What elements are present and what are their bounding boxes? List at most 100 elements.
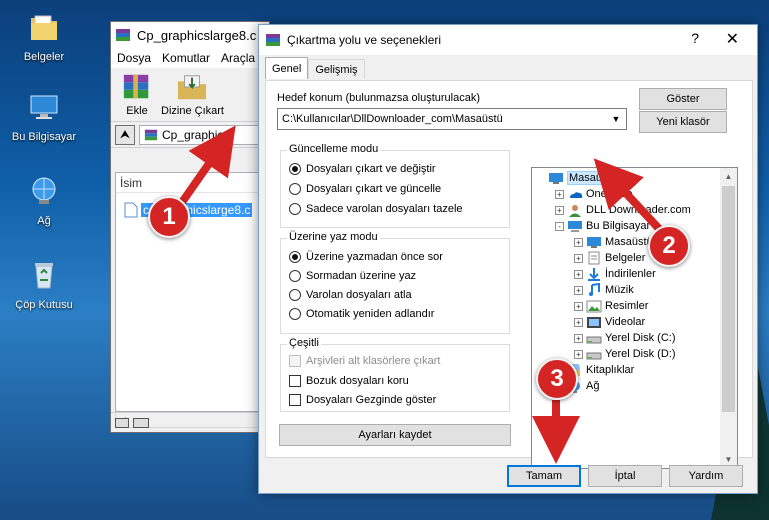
update-mode-option-replace[interactable]: Dosyaları çıkart ve değiştir bbox=[289, 163, 436, 175]
misc-option-show-in-explorer[interactable]: Dosyaları Gezginde göster bbox=[289, 394, 436, 406]
tree-node[interactable]: + Müzik bbox=[574, 282, 634, 298]
expand-icon[interactable]: + bbox=[574, 269, 583, 279]
desktop-icon-network[interactable]: Ağ bbox=[4, 174, 84, 227]
checkbox-icon[interactable] bbox=[289, 375, 301, 387]
expand-icon[interactable]: + bbox=[574, 285, 583, 295]
onedrive-icon bbox=[570, 192, 583, 198]
misc-option-keep-broken[interactable]: Bozuk dosyaları koru bbox=[289, 375, 409, 387]
option-label: Otomatik yeniden adlandır bbox=[306, 308, 435, 320]
tree-node[interactable]: + Masaüstü bbox=[574, 234, 653, 250]
extract-to-label: Dizine Çıkart bbox=[161, 105, 224, 117]
music-icon bbox=[589, 283, 600, 296]
tree-node[interactable]: + DLL Downloader.com bbox=[555, 202, 691, 218]
tab-general[interactable]: Genel bbox=[265, 57, 309, 79]
column-name-header[interactable]: İsim bbox=[116, 173, 264, 193]
overwrite-option-ask[interactable]: Üzerine yazmadan önce sor bbox=[289, 251, 443, 263]
dialog-title: Çıkartma yolu ve seçenekleri bbox=[287, 33, 442, 47]
tree-node[interactable]: + OneDrive bbox=[555, 186, 632, 202]
archive-file-list[interactable]: İsim cp_graphicslarge8.c bbox=[115, 172, 265, 412]
tree-node-label: Ağ bbox=[586, 380, 600, 392]
update-mode-group: Güncelleme modu Dosyaları çıkart ve deği… bbox=[280, 143, 510, 228]
expand-icon[interactable]: + bbox=[574, 317, 583, 327]
destination-path-combobox[interactable]: C:\Kullanıcılar\DllDownloader_com\Masaüs… bbox=[277, 108, 627, 130]
radio-icon[interactable] bbox=[289, 289, 301, 301]
desktop-icon-label: Çöp Kutusu bbox=[15, 299, 73, 311]
tree-node-label: Bu Bilgisayar bbox=[586, 220, 651, 232]
close-icon[interactable]: ✕ bbox=[726, 29, 739, 49]
show-button[interactable]: Göster bbox=[639, 88, 727, 110]
winrar-main-window[interactable]: Cp_graphicslarge8.c Dosya Komutlar Araçl… bbox=[110, 21, 270, 433]
download-icon bbox=[588, 268, 600, 281]
videos-icon bbox=[587, 317, 601, 328]
collapse-icon[interactable]: - bbox=[555, 221, 564, 231]
new-folder-button[interactable]: Yeni klasör bbox=[639, 111, 727, 133]
winrar-title: Cp_graphicslarge8.c bbox=[137, 27, 257, 43]
desktop-icon-documents[interactable]: Belgeler bbox=[4, 10, 84, 63]
dialog-titlebar[interactable]: Çıkartma yolu ve seçenekleri ? ✕ bbox=[259, 25, 757, 55]
tree-node[interactable]: Masaüstü bbox=[536, 170, 619, 186]
tree-vertical-scrollbar[interactable]: ▲ ▼ bbox=[720, 168, 737, 468]
cancel-button[interactable]: İptal bbox=[588, 465, 662, 487]
radio-selected-icon[interactable] bbox=[289, 163, 301, 175]
option-label: Dosyaları çıkart ve güncelle bbox=[306, 183, 442, 195]
tree-node[interactable]: + Yerel Disk (D:) bbox=[574, 346, 676, 362]
archive-path: Cp_graphic bbox=[162, 127, 224, 142]
tree-node[interactable]: + Resimler bbox=[574, 298, 648, 314]
up-one-level-button[interactable]: ⮝ bbox=[115, 124, 135, 145]
tree-node[interactable]: + Belgeler bbox=[574, 250, 645, 266]
folder-documents-icon bbox=[31, 15, 57, 40]
overwrite-option-skip[interactable]: Varolan dosyaları atla bbox=[289, 289, 412, 301]
desktop-icon-this-pc[interactable]: Bu Bilgisayar bbox=[4, 90, 84, 143]
radio-selected-icon[interactable] bbox=[289, 251, 301, 263]
desktop-icon-recycle-bin[interactable]: Çöp Kutusu bbox=[4, 258, 84, 311]
tree-node[interactable]: - Bu Bilgisayar bbox=[555, 218, 650, 234]
winrar-titlebar[interactable]: Cp_graphicslarge8.c bbox=[111, 22, 269, 48]
expand-icon[interactable]: + bbox=[555, 189, 564, 199]
checkbox-icon[interactable] bbox=[289, 394, 301, 406]
drive-icon bbox=[586, 336, 602, 344]
expand-icon[interactable]: + bbox=[574, 237, 583, 247]
tree-node-label: Masaüstü bbox=[567, 171, 619, 185]
add-archive-icon bbox=[123, 74, 149, 99]
expand-icon[interactable]: + bbox=[555, 205, 564, 215]
misc-option-subfolders: Arşivleri alt klasörlere çıkart bbox=[289, 355, 440, 367]
tree-node[interactable]: + Yerel Disk (C:) bbox=[574, 330, 676, 346]
menu-commands[interactable]: Komutlar bbox=[162, 51, 210, 65]
tree-node[interactable]: + Videolar bbox=[574, 314, 645, 330]
ok-button[interactable]: Tamam bbox=[507, 465, 581, 487]
desktop-icon-label: Bu Bilgisayar bbox=[11, 131, 77, 143]
save-settings-button[interactable]: Ayarları kaydet bbox=[279, 424, 511, 446]
desktop-icon-label: Ağ bbox=[37, 215, 51, 227]
archive-path-field[interactable]: Cp_graphic bbox=[139, 124, 265, 145]
radio-icon[interactable] bbox=[289, 183, 301, 195]
tab-advanced[interactable]: Gelişmiş bbox=[308, 59, 365, 79]
extract-to-button[interactable]: Dizine Çıkart bbox=[161, 72, 224, 117]
expand-icon[interactable]: + bbox=[574, 333, 583, 343]
help-icon[interactable]: ? bbox=[691, 30, 699, 46]
expand-icon[interactable]: + bbox=[574, 301, 583, 311]
tree-node[interactable]: + İndirilenler bbox=[574, 266, 656, 282]
expand-icon[interactable]: + bbox=[574, 253, 583, 263]
key-status-icon bbox=[133, 417, 149, 428]
menu-file[interactable]: Dosya bbox=[117, 51, 151, 65]
overwrite-option-rename[interactable]: Otomatik yeniden adlandır bbox=[289, 308, 434, 320]
help-button[interactable]: Yardım bbox=[669, 465, 743, 487]
scroll-thumb[interactable] bbox=[722, 186, 735, 412]
update-mode-option-update[interactable]: Dosyaları çıkart ve güncelle bbox=[289, 183, 441, 195]
radio-icon[interactable] bbox=[289, 203, 301, 215]
file-icon bbox=[124, 202, 138, 218]
chevron-down-icon[interactable]: ▼ bbox=[608, 111, 624, 127]
pictures-icon bbox=[586, 300, 602, 313]
radio-icon[interactable] bbox=[289, 270, 301, 282]
scroll-up-icon[interactable]: ▲ bbox=[720, 168, 737, 185]
folder-tree[interactable]: Masaüstü + OneDrive + DLL Downloader.com - Bu … bbox=[531, 167, 738, 469]
winrar-toolbar: Ekle Dizine Çıkart bbox=[111, 68, 269, 122]
overwrite-option-without-prompt[interactable]: Sormadan üzerine yaz bbox=[289, 270, 416, 282]
callout-badge-2: 2 bbox=[648, 225, 690, 267]
update-mode-option-freshen[interactable]: Sadece varolan dosyaları tazele bbox=[289, 203, 463, 215]
menu-tools[interactable]: Araçla bbox=[221, 51, 255, 65]
add-button[interactable]: Ekle bbox=[119, 72, 155, 117]
tree-node-label: Yerel Disk (D:) bbox=[605, 348, 676, 360]
expand-icon[interactable]: + bbox=[574, 349, 583, 359]
radio-icon[interactable] bbox=[289, 308, 301, 320]
